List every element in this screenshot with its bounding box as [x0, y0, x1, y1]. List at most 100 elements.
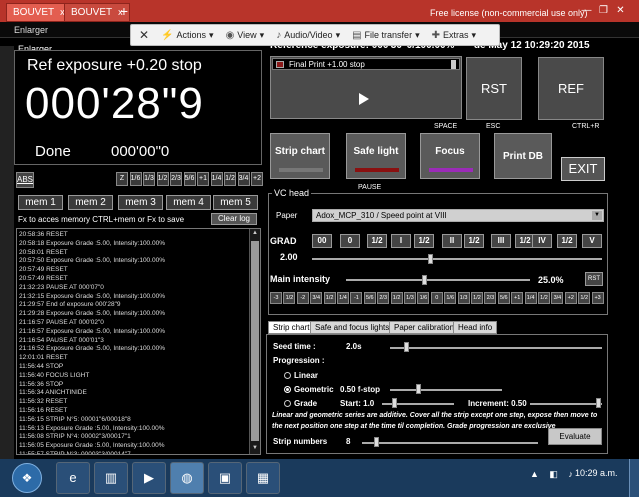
taskbar-app[interactable]: ▦ — [246, 462, 280, 494]
step-button[interactable]: 1/2 — [156, 172, 169, 186]
linear-radio[interactable] — [284, 372, 291, 379]
grad-button[interactable]: 0 — [340, 234, 360, 248]
step-button[interactable]: 1/2 — [224, 172, 236, 186]
intensity-slider-knob[interactable] — [422, 275, 427, 285]
grad-button[interactable]: II — [442, 234, 462, 248]
tab-safe-focus-lights[interactable]: Safe and focus lights — [310, 321, 395, 334]
close-icon[interactable]: ✕ — [614, 4, 627, 17]
step-button[interactable]: +2 — [251, 172, 263, 186]
taskbar-app[interactable]: ▶ — [132, 462, 166, 494]
exit-button[interactable]: EXIT — [561, 157, 605, 181]
stop-button[interactable]: 1/2 — [578, 292, 591, 304]
log-scrollbar[interactable]: ▲ ▼ — [249, 229, 260, 454]
tab-paper-calibration[interactable]: Paper calibration — [389, 321, 460, 334]
stop-button[interactable]: 1/4 — [524, 292, 537, 304]
toolbar-actions[interactable]: ⚡ Actions ▾ — [161, 30, 214, 41]
step-button[interactable]: +1 — [197, 172, 209, 186]
new-tab-button[interactable]: + — [116, 3, 132, 20]
stop-button[interactable]: 2/3 — [484, 292, 497, 304]
intensity-rst-button[interactable]: RST — [585, 272, 603, 286]
focus-button[interactable]: Focus — [420, 133, 480, 179]
geometric-radio[interactable] — [284, 386, 291, 393]
grad-button[interactable]: I — [391, 234, 411, 248]
toolbar-view[interactable]: ◉ View ▾ — [226, 30, 265, 41]
step-button[interactable]: Z — [116, 172, 128, 186]
taskbar-app[interactable]: ▣ — [208, 462, 242, 494]
mem-2-button[interactable]: mem 2 — [68, 195, 113, 210]
rst-button[interactable]: RST — [466, 57, 522, 120]
strip-numbers-knob[interactable] — [374, 437, 379, 447]
taskbar-app[interactable]: ◍ — [170, 462, 204, 494]
tab-strip-chart[interactable]: Strip chart — [268, 321, 315, 334]
stop-button[interactable]: +1 — [511, 292, 524, 304]
system-tray[interactable]: ▲ ◧ ♪ — [530, 469, 577, 480]
tab-head-info[interactable]: Head info — [453, 321, 498, 334]
abs-button[interactable]: ABS — [16, 172, 34, 188]
geometric-slider-track[interactable] — [390, 389, 502, 391]
toolbar-file-transfer[interactable]: ▤ File transfer ▾ — [352, 30, 420, 41]
stop-button[interactable]: 1/3 — [404, 292, 416, 304]
stop-button[interactable]: 1/4 — [337, 292, 349, 304]
stop-button[interactable]: 3/4 — [310, 292, 323, 304]
toolbar-extras[interactable]: ✚ Extras ▾ — [432, 30, 476, 41]
stop-button[interactable]: 2/3 — [377, 292, 390, 304]
paper-select[interactable]: Adox_MCP_310 / Speed point at VIII ▼ — [312, 209, 604, 222]
step-button[interactable]: 2/3 — [170, 172, 182, 186]
stop-button[interactable]: -3 — [270, 292, 282, 304]
stop-button[interactable]: -2 — [296, 292, 309, 304]
grad-button[interactable]: 1/2 — [367, 234, 387, 248]
strip-chart-button[interactable]: Strip chart — [270, 133, 330, 179]
stop-button[interactable]: 1/2 — [323, 292, 336, 304]
print-slider-knob[interactable] — [451, 60, 456, 69]
scroll-thumb[interactable] — [251, 241, 259, 441]
step-button[interactable]: 5/6 — [183, 172, 196, 186]
grad-button[interactable]: 1/2 — [464, 234, 484, 248]
step-button[interactable]: 1/3 — [143, 172, 155, 186]
grad-button[interactable]: IV — [532, 234, 552, 248]
stop-button[interactable]: +3 — [591, 292, 604, 304]
stop-button[interactable]: -1 — [350, 292, 363, 304]
stop-button[interactable]: 1/3 — [457, 292, 470, 304]
intensity-slider-track[interactable] — [346, 279, 530, 281]
mem-4-button[interactable]: mem 4 — [166, 195, 211, 210]
print-play-button[interactable]: Final Print +1.00 stop — [270, 56, 462, 119]
stop-button[interactable]: 1/6 — [417, 292, 430, 304]
stop-button[interactable]: 1/2 — [471, 292, 483, 304]
show-desktop-button[interactable] — [629, 459, 639, 497]
grad-slider-track[interactable] — [312, 258, 602, 260]
seed-slider-track[interactable] — [390, 347, 602, 349]
taskbar-app[interactable]: ▥ — [94, 462, 128, 494]
mem-1-button[interactable]: mem 1 — [18, 195, 63, 210]
step-button[interactable]: 3/4 — [237, 172, 250, 186]
grad-button[interactable]: III — [491, 234, 511, 248]
increment-slider-track[interactable] — [530, 403, 602, 405]
stop-button[interactable]: +2 — [564, 292, 577, 304]
increment-slider-knob[interactable] — [596, 398, 601, 408]
print-db-button[interactable]: Print DB — [494, 133, 552, 179]
grad-button[interactable]: 00 — [312, 234, 332, 248]
stop-button[interactable]: 1/2 — [390, 292, 403, 304]
stop-button[interactable]: 5/6 — [363, 292, 376, 304]
grad-button[interactable]: 1/2 — [557, 234, 577, 248]
toolbar-audio-video[interactable]: ♪ Audio/Video ▾ — [276, 30, 340, 41]
seed-slider-knob[interactable] — [404, 342, 409, 352]
grad-slider-knob[interactable] — [428, 254, 433, 264]
mem-5-button[interactable]: mem 5 — [213, 195, 258, 210]
stop-button[interactable]: 1/6 — [444, 292, 457, 304]
event-log[interactable]: 20:58:36 RESET 20:58:18 Exposure Grade :5… — [16, 228, 261, 455]
stop-button[interactable]: 1/2 — [283, 292, 296, 304]
step-button[interactable]: 1/6 — [129, 172, 142, 186]
stop-button[interactable]: 1/2 — [538, 292, 550, 304]
start-slider-knob[interactable] — [392, 398, 397, 408]
safe-light-button[interactable]: Safe light — [346, 133, 406, 179]
taskbar-app[interactable]: e — [56, 462, 90, 494]
ref-button[interactable]: REF — [538, 57, 604, 120]
stop-button[interactable]: 0 — [430, 292, 443, 304]
close-icon[interactable]: ✕ — [139, 28, 149, 42]
start-button[interactable]: ❖ — [12, 463, 42, 493]
stop-button[interactable]: 3/4 — [551, 292, 564, 304]
grad-button[interactable]: 1/2 — [414, 234, 434, 248]
step-button[interactable]: 1/4 — [210, 172, 223, 186]
scroll-down-icon[interactable]: ▼ — [251, 445, 259, 453]
strip-numbers-track[interactable] — [362, 442, 538, 444]
